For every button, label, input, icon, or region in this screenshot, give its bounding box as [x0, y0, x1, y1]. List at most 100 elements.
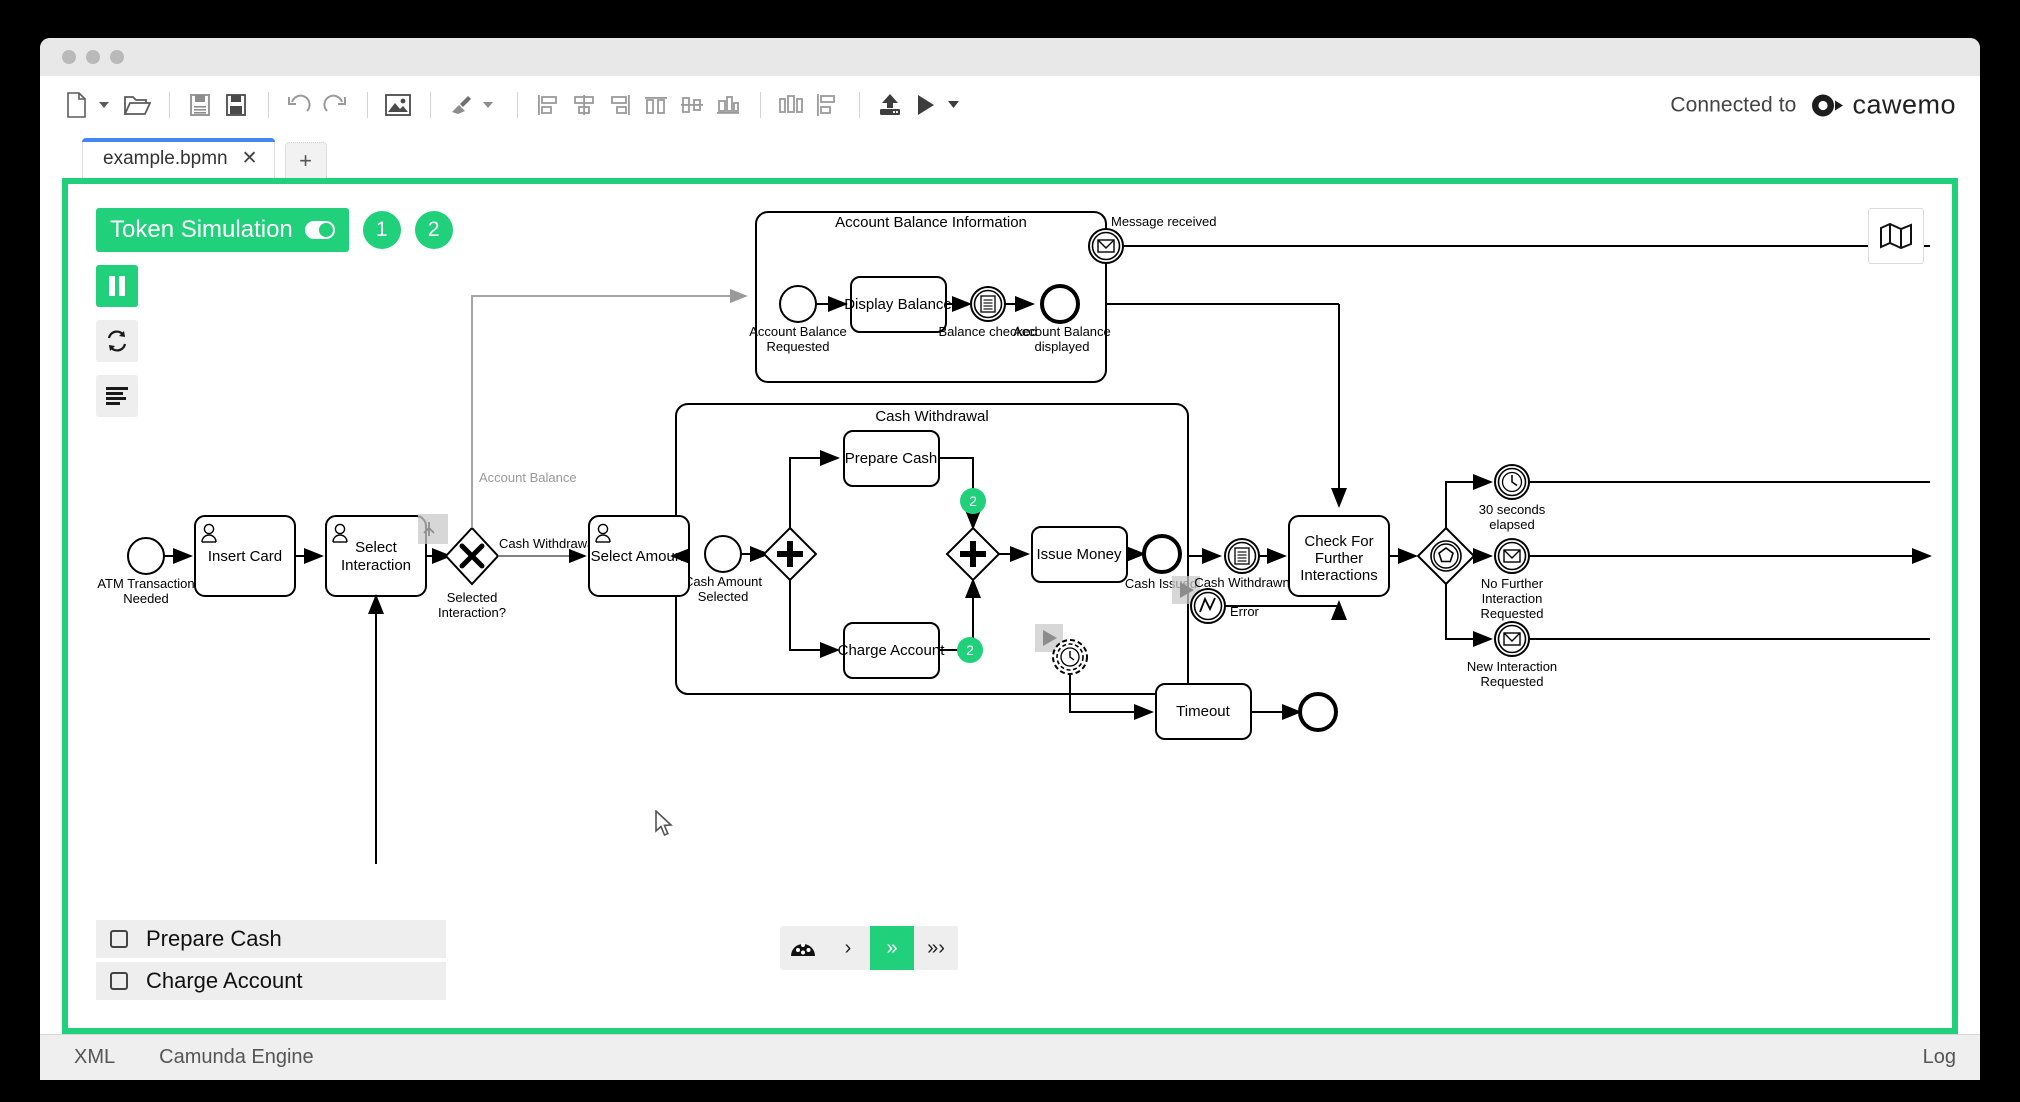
checkbox-icon[interactable]	[110, 930, 128, 948]
end-event-timeout[interactable]	[1298, 692, 1338, 732]
align-bottom-button[interactable]	[711, 88, 745, 122]
chevron-down-icon	[947, 101, 959, 108]
event-based-gateway[interactable]	[1416, 526, 1476, 586]
deploy-button[interactable]	[873, 88, 907, 122]
speed-level-1-button[interactable]: ›	[826, 926, 870, 970]
distribute-horizontal-button[interactable]	[774, 88, 808, 122]
toolbar-divider	[430, 92, 431, 118]
tab-close-icon[interactable]: ✕	[242, 147, 258, 170]
align-bottom-icon	[717, 96, 739, 114]
event-label: Cash Withdrawn	[1194, 575, 1289, 590]
align-left-icon	[538, 95, 557, 115]
distribute-vertical-button[interactable]	[810, 88, 844, 122]
task-select-interaction[interactable]: Select Interaction	[325, 515, 427, 597]
event-label: Account Balance	[749, 324, 847, 339]
intermediate-event-cash-withdrawn[interactable]: Cash Withdrawn	[1194, 538, 1290, 590]
intermediate-event-30-seconds-elapsed[interactable]: 30 seconds elapsed	[1479, 464, 1546, 532]
token-simulation-header: Token Simulation 1 2	[96, 208, 453, 252]
status-camunda-engine-button[interactable]: Camunda Engine	[159, 1046, 314, 1069]
checkbox-icon[interactable]	[110, 972, 128, 990]
paint-tool-button[interactable]	[444, 88, 478, 122]
subprocess-account-balance-information[interactable]: Account Balance Information Account Bala…	[749, 211, 1111, 383]
list-item[interactable]: Charge Account	[96, 962, 446, 1000]
align-middle-button[interactable]	[675, 88, 709, 122]
minimap-toggle-button[interactable]	[1868, 208, 1924, 264]
event-label: 30 seconds	[1479, 502, 1546, 517]
export-image-button[interactable]	[381, 88, 415, 122]
task-charge-account[interactable]: Charge Account	[838, 622, 946, 679]
start-event-atm-transaction-needed[interactable]: ATM Transaction Needed	[97, 537, 195, 606]
cawemo-logo: cawemo	[1810, 90, 1956, 121]
connection-status: Connected to cawemo	[1670, 90, 1956, 121]
tab-example-bpmn[interactable]: example.bpmn ✕	[82, 138, 275, 178]
token-counter-prepare-cash: 2	[960, 488, 986, 514]
new-tab-button[interactable]: +	[284, 142, 327, 178]
window-close-button[interactable]	[62, 50, 76, 64]
token-simulation-palette: Token Simulation 1 2	[96, 208, 453, 417]
align-left-button[interactable]	[531, 88, 565, 122]
brush-icon	[452, 96, 471, 114]
simulation-log-button[interactable]	[96, 375, 138, 417]
window-minimize-button[interactable]	[86, 50, 100, 64]
open-diagram-button[interactable]	[120, 88, 154, 122]
toolbar-divider	[268, 92, 269, 118]
event-label: displayed	[1035, 339, 1090, 354]
paint-tool-caret[interactable]	[480, 88, 496, 122]
event-label: Interaction	[1482, 591, 1543, 606]
task-label: Select	[355, 539, 398, 556]
folder-open-icon	[123, 96, 151, 115]
undo-button[interactable]	[282, 88, 316, 122]
token-badge-1[interactable]: 1	[362, 211, 401, 249]
event-label: Requested	[767, 339, 830, 354]
task-label: Further	[1315, 550, 1363, 567]
align-center-button[interactable]	[567, 88, 601, 122]
task-issue-money[interactable]: Issue Money	[1031, 526, 1128, 583]
exclusive-gateway-selected-interaction[interactable]: Selected Interaction?	[418, 514, 506, 620]
window-title-bar	[40, 38, 1980, 76]
list-item[interactable]: Prepare Cash	[96, 920, 446, 958]
reset-simulation-button[interactable]	[96, 320, 138, 362]
save-icon	[190, 94, 210, 116]
pause-icon	[109, 276, 125, 296]
task-prepare-cash[interactable]: Prepare Cash	[843, 430, 940, 487]
task-check-for-further-interactions[interactable]: Check For Further Interactions	[1288, 515, 1390, 597]
redo-button[interactable]	[318, 88, 352, 122]
new-diagram-caret[interactable]	[96, 88, 112, 122]
intermediate-event-no-further-interaction-requested[interactable]: No Further Interaction Requested	[1481, 538, 1544, 621]
align-top-button[interactable]	[639, 88, 673, 122]
connected-label: Connected to	[1670, 93, 1797, 116]
editor-tab-bar: example.bpmn ✕ +	[40, 134, 1980, 178]
event-label: Message received	[1111, 214, 1217, 229]
pause-simulation-button[interactable]	[96, 265, 138, 307]
status-log-button[interactable]: Log	[1923, 1046, 1956, 1069]
image-icon	[385, 94, 411, 116]
subprocess-cash-withdrawal[interactable]: Cash Withdrawal Cash Amount Selected Pre…	[675, 403, 1197, 695]
token-badge-2[interactable]: 2	[414, 211, 453, 249]
run-caret[interactable]	[945, 88, 961, 122]
simulation-speed-control: › » »›	[780, 926, 958, 970]
task-insert-card[interactable]: Insert Card	[194, 515, 296, 597]
gateway-label: Interaction?	[438, 605, 506, 620]
token-simulation-toggle[interactable]: Token Simulation	[96, 208, 349, 252]
run-button[interactable]	[909, 88, 943, 122]
align-center-icon	[574, 95, 594, 115]
window-zoom-button[interactable]	[110, 50, 124, 64]
log-lines-icon	[106, 387, 128, 405]
status-xml-button[interactable]: XML	[74, 1046, 115, 1069]
save-diagram-button[interactable]	[183, 88, 217, 122]
new-diagram-button[interactable]	[60, 88, 94, 122]
intermediate-event-new-interaction-requested[interactable]: New Interaction Requested	[1467, 621, 1557, 689]
list-item-label: Charge Account	[146, 968, 303, 993]
speed-level-2-button[interactable]: »	[870, 926, 914, 970]
undo-icon	[288, 94, 311, 112]
speed-level-3-button[interactable]: »›	[914, 926, 958, 970]
distribute-vertical-icon	[817, 94, 835, 116]
save-as-icon	[226, 94, 246, 116]
save-as-diagram-button[interactable]	[219, 88, 253, 122]
branch-badge[interactable]	[418, 514, 448, 544]
align-right-button[interactable]	[603, 88, 637, 122]
task-label: Interactions	[1300, 567, 1378, 584]
bpmn-canvas[interactable]: Account Balance Information Account Bala…	[68, 184, 1952, 1028]
task-timeout[interactable]: Timeout	[1155, 683, 1252, 740]
boundary-event-message-received[interactable]: Message received	[1088, 214, 1217, 264]
